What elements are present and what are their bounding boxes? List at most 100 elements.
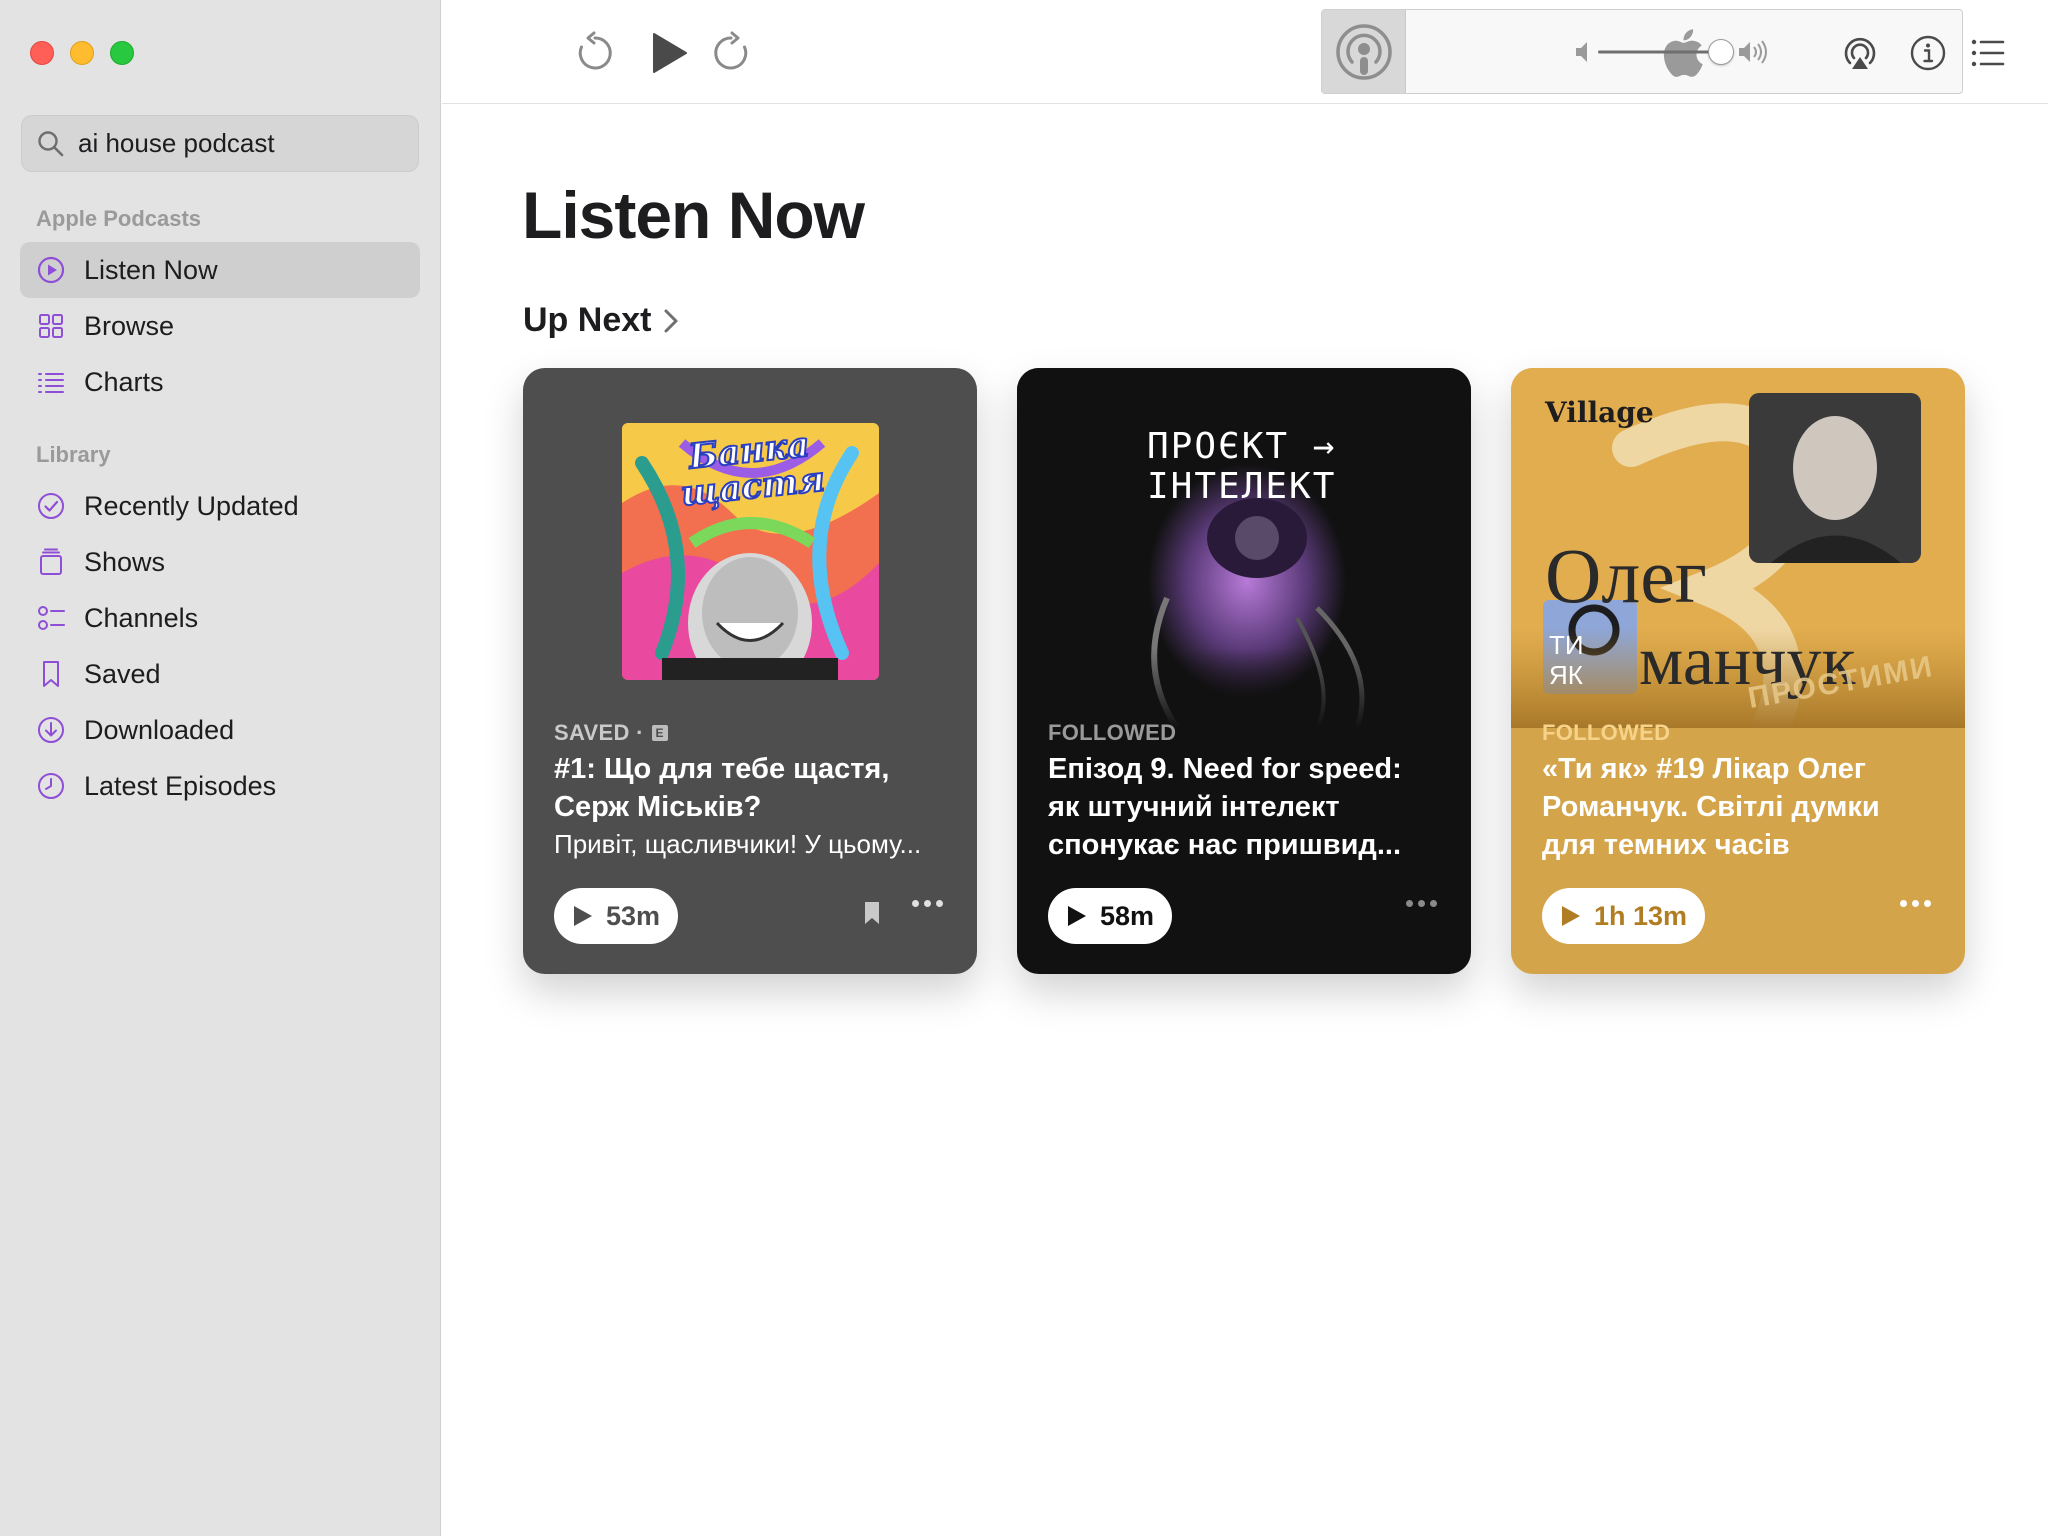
skip-back-icon (578, 31, 612, 70)
sidebar-item-shows[interactable]: Shows (20, 534, 420, 590)
up-next-label: Up Next (523, 301, 652, 339)
episode-artwork: Village Олег манчук ПРОСТИМИ ТИ ЯК (1511, 368, 1965, 728)
episode-status-label: FOLLOWED (1048, 720, 1177, 745)
stack-icon (36, 547, 66, 577)
info-icon (1910, 35, 1946, 71)
saved-bookmark-button[interactable] (863, 901, 881, 930)
more-dot (1406, 900, 1413, 907)
episode-title: Епізод 9. Need for speed: як штучний інт… (1048, 750, 1443, 864)
episode-title-line: #1: Що для тебе щастя, (554, 753, 890, 785)
episode-title-line: Епізод 9. Need for speed: (1048, 753, 1402, 785)
play-episode-button[interactable]: 53m (554, 888, 679, 944)
more-dot (1924, 900, 1931, 907)
artwork-title-line-1: ПРОЄКТ → (1147, 426, 1337, 467)
airplay-button[interactable] (1840, 33, 1880, 73)
episode-status-label: FOLLOWED (1542, 720, 1671, 745)
episode-artwork: ПРОЄКТ → ІНТЕЛЕКТ (1017, 368, 1471, 728)
artwork-title-line-2: ІНТЕЛЕКТ (1147, 466, 1337, 507)
chevron-right-icon (664, 309, 678, 332)
up-next-header[interactable]: Up Next (523, 301, 679, 340)
artwork-brand: Village (1545, 396, 1654, 429)
sidebar-item-label: Shows (84, 546, 166, 577)
artwork-image (1017, 368, 1471, 728)
episode-status-label: SAVED · (554, 720, 644, 745)
play-episode-button[interactable]: 1h 13m (1542, 888, 1706, 944)
minimize-window-button[interactable] (70, 41, 94, 65)
more-dot (1418, 900, 1425, 907)
episode-duration: 53m (606, 900, 661, 931)
info-button[interactable] (1908, 33, 1948, 73)
sidebar-item-browse[interactable]: Browse (20, 298, 420, 354)
podcasts-logo (1322, 10, 1406, 93)
sidebar-item-downloaded[interactable]: Downloaded (20, 702, 420, 758)
more-options-button[interactable] (1900, 900, 1931, 907)
bookmark-filled-icon (865, 902, 879, 924)
download-circle-icon (36, 715, 66, 745)
zoom-window-button[interactable] (110, 41, 134, 65)
checkmark-circle-icon (36, 491, 66, 521)
sidebar-item-label: Saved (84, 658, 161, 689)
skip-back-button[interactable] (572, 30, 618, 76)
search-icon (38, 130, 64, 156)
sidebar-item-recently-updated[interactable]: Recently Updated (20, 478, 420, 534)
sidebar-item-listen-now[interactable]: Listen Now (20, 242, 420, 298)
sidebar-item-charts[interactable]: Charts (20, 354, 420, 410)
artwork-badge-line-1: ТИ (1549, 630, 1584, 660)
episode-title-line: як штучний інтелект (1048, 791, 1340, 823)
play-circle-icon (36, 255, 66, 285)
episode-meta: FOLLOWED «Ти як» #19 Лікар Олег Романчук… (1542, 720, 1937, 864)
episode-description: Привіт, щасливчики! У цьому... (554, 829, 922, 859)
search-field[interactable] (21, 115, 419, 172)
episode-duration: 58m (1100, 900, 1155, 931)
more-dot (1900, 900, 1907, 907)
sidebar-item-label: Browse (84, 310, 175, 341)
skip-forward-button[interactable] (708, 30, 754, 76)
play-icon (653, 33, 687, 73)
more-options-button[interactable] (1406, 900, 1437, 907)
list-numbered-icon (36, 367, 66, 397)
artwork-badge-line-2: ЯК (1549, 660, 1583, 690)
sidebar-item-latest-episodes[interactable]: Latest Episodes (20, 758, 420, 814)
toolbar (442, 0, 2048, 104)
play-icon (1562, 906, 1580, 926)
episode-title-line: для темних часів (1542, 829, 1790, 861)
sidebar-item-saved[interactable]: Saved (20, 646, 420, 702)
episode-card[interactable]: Village Олег манчук ПРОСТИМИ ТИ ЯК FOLLO… (1511, 368, 1965, 974)
volume-high-icon (1739, 40, 1767, 64)
episode-title-line: «Ти як» #19 Лікар Олег (1542, 753, 1866, 785)
section-header-apple-podcasts: Apple Podcasts (36, 206, 202, 231)
episode-title-line: Романчук. Світлі думки (1542, 791, 1880, 823)
sidebar-item-label: Listen Now (84, 254, 218, 285)
play-episode-button[interactable]: 58m (1048, 888, 1173, 944)
sidebar-item-label: Charts (84, 366, 164, 397)
sidebar-item-label: Latest Episodes (84, 770, 277, 801)
more-dot (912, 900, 919, 907)
skip-forward-icon (714, 31, 748, 70)
play-icon (574, 906, 592, 926)
more-options-button[interactable] (912, 900, 943, 907)
episode-title: #1: Що для тебе щастя, Серж Міськів? (554, 750, 949, 826)
sidebar-item-label: Recently Updated (84, 490, 299, 521)
play-button[interactable] (642, 28, 692, 78)
episode-card[interactable]: Банка щастя SAVED · E #1: Що для тебе ща… (523, 368, 977, 974)
search-input[interactable] (78, 128, 398, 159)
more-dot (1912, 900, 1919, 907)
window-controls (30, 41, 134, 65)
episode-card[interactable]: ПРОЄКТ → ІНТЕЛЕКТ FOLLOWED Епізод 9. Nee… (1017, 368, 1471, 974)
nav-library: Recently Updated Shows Channels Saved Do… (20, 478, 420, 814)
queue-button[interactable] (1968, 33, 2008, 73)
sidebar-item-label: Channels (84, 602, 199, 633)
bookmark-icon (36, 659, 66, 689)
episode-meta: FOLLOWED Епізод 9. Need for speed: як шт… (1048, 720, 1443, 864)
more-dot (936, 900, 943, 907)
more-dot (1430, 900, 1437, 907)
volume-slider-knob[interactable] (1708, 39, 1734, 65)
close-window-button[interactable] (30, 41, 54, 65)
episode-title-line: спонукає нас пришвид... (1048, 829, 1402, 861)
more-dot (924, 900, 931, 907)
episode-title: «Ти як» #19 Лікар Олег Романчук. Світлі … (1542, 750, 1937, 864)
play-icon (1068, 906, 1086, 926)
sidebar-item-channels[interactable]: Channels (20, 590, 420, 646)
channels-icon (36, 603, 66, 633)
airplay-icon (1844, 37, 1876, 69)
